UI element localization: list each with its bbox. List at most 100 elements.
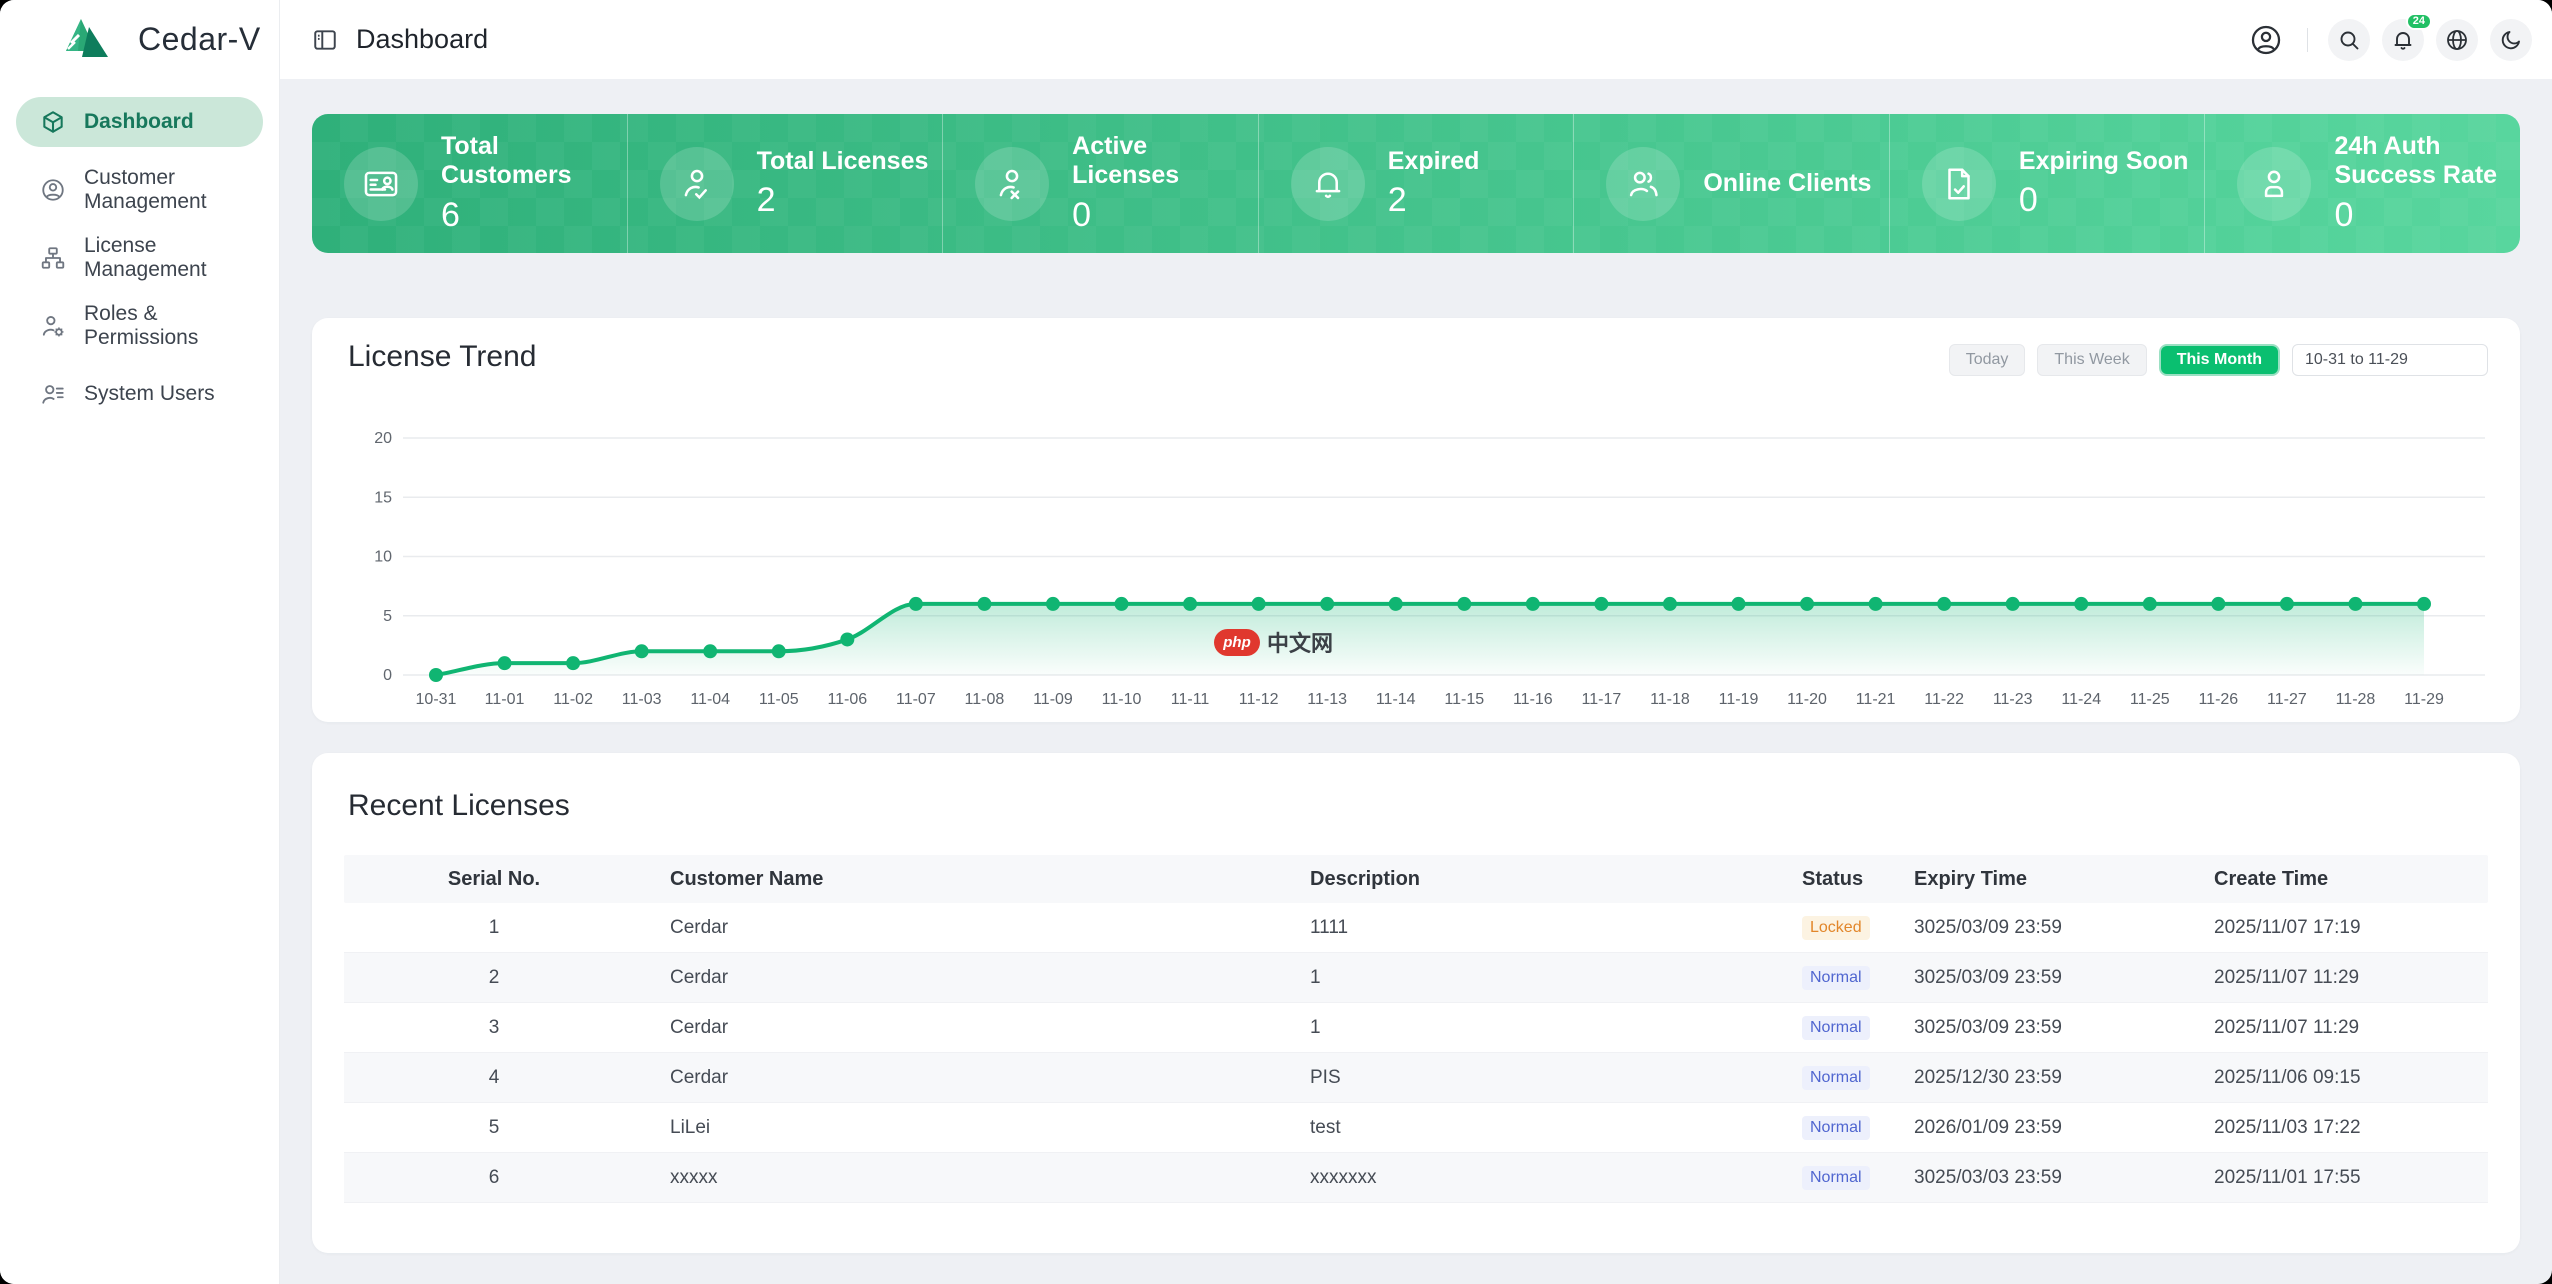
cell-serial: 6 (344, 1167, 644, 1189)
svg-text:11-05: 11-05 (759, 691, 799, 708)
cell-create: 2025/11/06 09:15 (2188, 1067, 2488, 1089)
stat-expired: Expired2 (1258, 114, 1574, 253)
svg-text:11-29: 11-29 (2404, 691, 2444, 708)
data-point (1526, 597, 1540, 611)
data-point (2280, 597, 2294, 611)
cell-customer: Cerdar (644, 917, 1284, 939)
date-range-picker[interactable] (2292, 344, 2488, 376)
svg-text:11-12: 11-12 (1239, 691, 1279, 708)
cell-customer: Cerdar (644, 1067, 1284, 1089)
svg-text:11-08: 11-08 (965, 691, 1005, 708)
status-badge: Normal (1802, 1116, 1870, 1140)
svg-text:11-24: 11-24 (2061, 691, 2101, 708)
column-description: Description (1284, 868, 1776, 891)
license-trend-card: License Trend Today This Week This Month… (312, 318, 2520, 722)
sidebar-toggle-icon[interactable] (312, 27, 338, 53)
user-check-icon (678, 165, 716, 203)
stat-label: Online Clients (1703, 169, 1871, 198)
column-create: Create Time (2188, 868, 2488, 891)
svg-text:11-04: 11-04 (690, 691, 730, 708)
logo: Cedar-V (0, 0, 279, 79)
page-title: Dashboard (356, 24, 488, 55)
table-row: 6 xxxxx xxxxxxx Normal 3025/03/03 23:59 … (344, 1153, 2488, 1203)
svg-text:11-03: 11-03 (622, 691, 662, 708)
search-button[interactable] (2328, 19, 2370, 61)
bell-icon (2391, 28, 2415, 52)
data-point (1320, 597, 1334, 611)
svg-text:11-28: 11-28 (2336, 691, 2376, 708)
table-header-row: Serial No. Customer Name Description Sta… (344, 855, 2488, 903)
account-button[interactable] (2245, 19, 2287, 61)
recent-licenses-title: Recent Licenses (348, 789, 570, 823)
table-row: 4 Cerdar PIS Normal 2025/12/30 23:59 202… (344, 1053, 2488, 1103)
stat-value: 2 (1388, 181, 1480, 220)
filter-today-button[interactable]: Today (1949, 344, 2026, 376)
sidebar-item-label: System Users (84, 382, 215, 406)
svg-text:10-31: 10-31 (416, 691, 457, 708)
cell-customer: LiLei (644, 1117, 1284, 1139)
language-button[interactable] (2436, 19, 2478, 61)
sidebar: Cedar-V Dashboard Customer Management (0, 0, 280, 1284)
sidebar-item-roles-permissions[interactable]: Roles & Permissions (16, 301, 263, 351)
stat-label: Total Licenses (757, 147, 929, 176)
data-point (909, 597, 923, 611)
stats-banner: Total Customers6 Total Licenses2 Active … (312, 114, 2520, 253)
cell-description: 1 (1284, 967, 1776, 989)
account-icon (2249, 23, 2283, 57)
stat-auth-success-rate: 24h Auth Success Rate0 (2204, 114, 2520, 253)
cell-description: test (1284, 1117, 1776, 1139)
data-point (772, 644, 786, 658)
data-point (2417, 597, 2431, 611)
svg-text:15: 15 (374, 489, 392, 506)
filter-this-month-button[interactable]: This Month (2159, 344, 2280, 376)
cell-description: 1 (1284, 1017, 1776, 1039)
main-content: Total Customers6 Total Licenses2 Active … (280, 79, 2552, 1284)
status-badge: Locked (1802, 916, 1870, 940)
data-point (1663, 597, 1677, 611)
data-point (1800, 597, 1814, 611)
table-row: 5 LiLei test Normal 2026/01/09 23:59 202… (344, 1103, 2488, 1153)
sidebar-item-license-management[interactable]: License Management (16, 233, 263, 283)
status-badge: Normal (1802, 966, 1870, 990)
svg-text:10: 10 (374, 549, 392, 566)
date-range-input[interactable] (2305, 351, 2512, 369)
column-serial: Serial No. (344, 868, 644, 891)
cell-serial: 3 (344, 1017, 644, 1039)
cell-customer: xxxxx (644, 1167, 1284, 1189)
cell-serial: 4 (344, 1067, 644, 1089)
data-point (2074, 597, 2088, 611)
data-point (2143, 597, 2157, 611)
header-divider (2307, 28, 2308, 52)
php-logo-icon: php (1214, 629, 1260, 656)
stat-label: Total Customers (441, 132, 627, 190)
cell-create: 2025/11/07 11:29 (2188, 1017, 2488, 1039)
status-badge: Normal (1802, 1016, 1870, 1040)
stat-online-clients: Online Clients (1573, 114, 1889, 253)
data-point (1252, 597, 1266, 611)
sidebar-item-customer-management[interactable]: Customer Management (16, 165, 263, 215)
users-icon (1624, 165, 1662, 203)
svg-text:11-23: 11-23 (1993, 691, 2033, 708)
cell-expiry: 2025/12/30 23:59 (1888, 1067, 2188, 1089)
filter-this-week-button[interactable]: This Week (2037, 344, 2146, 376)
data-point (1731, 597, 1745, 611)
sidebar-item-system-users[interactable]: System Users (16, 369, 263, 419)
cedar-tree-logo-icon (56, 17, 122, 63)
sidebar-item-dashboard[interactable]: Dashboard (16, 97, 263, 147)
cell-serial: 2 (344, 967, 644, 989)
moon-icon (2499, 28, 2523, 52)
svg-text:11-21: 11-21 (1856, 691, 1896, 708)
data-point (1389, 597, 1403, 611)
sidebar-item-label: Dashboard (84, 110, 194, 134)
svg-text:11-06: 11-06 (827, 691, 867, 708)
data-point (1937, 597, 1951, 611)
dark-mode-button[interactable] (2490, 19, 2532, 61)
cell-customer: Cerdar (644, 967, 1284, 989)
svg-text:11-15: 11-15 (1444, 691, 1484, 708)
notifications-button[interactable]: 24 (2382, 19, 2424, 61)
data-point (635, 644, 649, 658)
notification-badge: 24 (2406, 13, 2432, 30)
stat-label: 24h Auth Success Rate (2334, 132, 2520, 190)
svg-text:5: 5 (383, 608, 392, 625)
sidebar-item-label: Roles & Permissions (84, 302, 263, 350)
